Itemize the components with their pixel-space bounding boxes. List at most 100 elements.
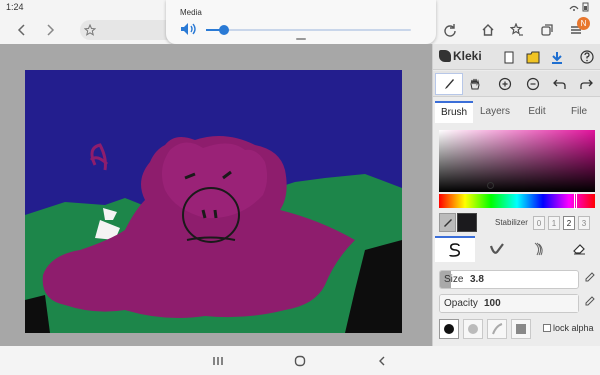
lock-alpha-checkbox[interactable] bbox=[543, 324, 551, 332]
lock-alpha-toggle[interactable]: lock alpha bbox=[543, 323, 594, 333]
sketchy-stroke-icon bbox=[534, 242, 543, 256]
notification-badge: N bbox=[577, 17, 590, 30]
bookmark-star-icon bbox=[510, 23, 523, 36]
redo-button[interactable] bbox=[576, 74, 596, 94]
stabilizer-label: Stabilizer bbox=[495, 218, 528, 227]
home-nav-button[interactable] bbox=[290, 352, 310, 369]
blend-brush-tab[interactable] bbox=[477, 236, 517, 262]
pen-brush-tab[interactable] bbox=[435, 236, 475, 262]
app-logo: Kleki bbox=[439, 49, 482, 63]
stabilizer-option-0[interactable]: 0 bbox=[533, 216, 545, 230]
back-chevron-icon bbox=[379, 356, 385, 365]
size-edit-button[interactable] bbox=[583, 272, 597, 286]
stabilizer-option-3[interactable]: 3 bbox=[578, 216, 590, 230]
speaker-icon[interactable] bbox=[180, 22, 198, 36]
reload-icon bbox=[444, 24, 456, 37]
bookmarks-button[interactable] bbox=[507, 20, 527, 40]
stabilizer-option-2[interactable]: 2 bbox=[563, 216, 575, 230]
eraser-tab[interactable] bbox=[559, 236, 599, 262]
drawing-canvas[interactable] bbox=[25, 70, 402, 333]
wifi-battery-icon bbox=[569, 2, 589, 12]
color-picker-cursor[interactable] bbox=[487, 182, 494, 189]
eyedropper-icon bbox=[443, 218, 452, 227]
menu-button[interactable]: N bbox=[566, 17, 590, 40]
zoom-out-button[interactable] bbox=[523, 74, 543, 94]
lock-alpha-label: lock alpha bbox=[553, 323, 594, 333]
zoom-in-icon bbox=[498, 77, 512, 91]
download-button[interactable] bbox=[547, 47, 567, 67]
kleki-logo-icon bbox=[439, 50, 451, 62]
brush-tool-button[interactable] bbox=[435, 73, 463, 95]
clock: 1:24 bbox=[6, 2, 24, 12]
stabilizer-option-1[interactable]: 1 bbox=[548, 216, 560, 230]
undo-icon bbox=[553, 79, 566, 89]
help-icon bbox=[580, 50, 594, 64]
recent-apps-button[interactable] bbox=[208, 352, 228, 369]
new-image-button[interactable] bbox=[499, 47, 519, 67]
chevron-left-icon bbox=[17, 24, 25, 36]
hue-slider[interactable] bbox=[439, 193, 595, 209]
popup-handle[interactable] bbox=[296, 38, 306, 40]
panel-tabs: Brush Layers Edit File bbox=[433, 101, 600, 123]
canvas-area[interactable] bbox=[0, 44, 432, 346]
zoom-out-icon bbox=[526, 77, 540, 91]
zoom-in-button[interactable] bbox=[495, 74, 515, 94]
opacity-label: Opacity bbox=[444, 298, 478, 309]
back-button[interactable] bbox=[12, 20, 32, 40]
reload-button[interactable] bbox=[440, 20, 460, 40]
pressure-button[interactable] bbox=[487, 319, 507, 339]
home-icon bbox=[482, 24, 494, 36]
square-brush-button[interactable] bbox=[511, 319, 531, 339]
screen: 1:24 N Media Kleki Brush Layers Edit Fil… bbox=[0, 0, 600, 375]
help-button[interactable] bbox=[577, 47, 597, 67]
round-brush-icon bbox=[444, 324, 454, 334]
tab-layers[interactable]: Layers bbox=[475, 101, 515, 123]
volume-slider[interactable] bbox=[206, 25, 411, 35]
hand-icon bbox=[470, 78, 480, 90]
new-file-icon bbox=[504, 51, 514, 63]
current-color-swatch[interactable] bbox=[457, 213, 477, 232]
pressure-stroke-icon bbox=[492, 323, 503, 335]
brush-icon bbox=[445, 79, 454, 89]
app-logo-text: Kleki bbox=[453, 49, 482, 63]
square-brush-icon bbox=[516, 324, 526, 334]
blend-stroke-icon bbox=[489, 243, 504, 254]
hand-tool-button[interactable] bbox=[465, 74, 485, 94]
brush-type-tabs bbox=[433, 236, 600, 262]
back-nav-button[interactable] bbox=[372, 352, 392, 369]
tabs-button[interactable] bbox=[537, 20, 557, 40]
tab-file[interactable]: File bbox=[559, 101, 599, 123]
pencil-icon bbox=[585, 272, 595, 282]
size-slider[interactable]: Size 3.8 bbox=[439, 270, 579, 289]
size-label: Size bbox=[444, 274, 464, 285]
tab-brush[interactable]: Brush bbox=[435, 101, 473, 123]
eyedropper-button[interactable] bbox=[439, 213, 456, 232]
home-circle-icon bbox=[294, 355, 306, 366]
open-button[interactable] bbox=[523, 47, 543, 67]
tabs-icon bbox=[541, 24, 553, 36]
pencil-icon bbox=[585, 296, 595, 306]
volume-thumb[interactable] bbox=[219, 25, 230, 35]
redo-icon bbox=[580, 79, 593, 89]
opacity-slider[interactable]: Opacity 100 bbox=[439, 294, 579, 313]
media-volume-popup: Media bbox=[166, 0, 436, 44]
app-header: Kleki bbox=[433, 44, 600, 70]
tool-row bbox=[433, 71, 600, 97]
forward-button[interactable] bbox=[40, 20, 60, 40]
hue-marker[interactable] bbox=[574, 193, 577, 209]
home-button[interactable] bbox=[478, 20, 498, 40]
undo-button[interactable] bbox=[550, 74, 570, 94]
round-brush-button[interactable] bbox=[439, 319, 459, 339]
soft-brush-button[interactable] bbox=[463, 319, 483, 339]
eraser-icon bbox=[573, 244, 585, 255]
soft-brush-icon bbox=[468, 324, 478, 334]
download-icon bbox=[552, 51, 562, 64]
size-value: 3.8 bbox=[470, 274, 484, 285]
color-picker-area[interactable] bbox=[439, 130, 595, 192]
folder-icon bbox=[526, 51, 540, 63]
opacity-edit-button[interactable] bbox=[583, 296, 597, 310]
sketchy-brush-tab[interactable] bbox=[519, 236, 559, 262]
star-icon[interactable] bbox=[84, 24, 96, 36]
tab-edit[interactable]: Edit bbox=[517, 101, 557, 123]
chevron-right-icon bbox=[47, 24, 55, 36]
